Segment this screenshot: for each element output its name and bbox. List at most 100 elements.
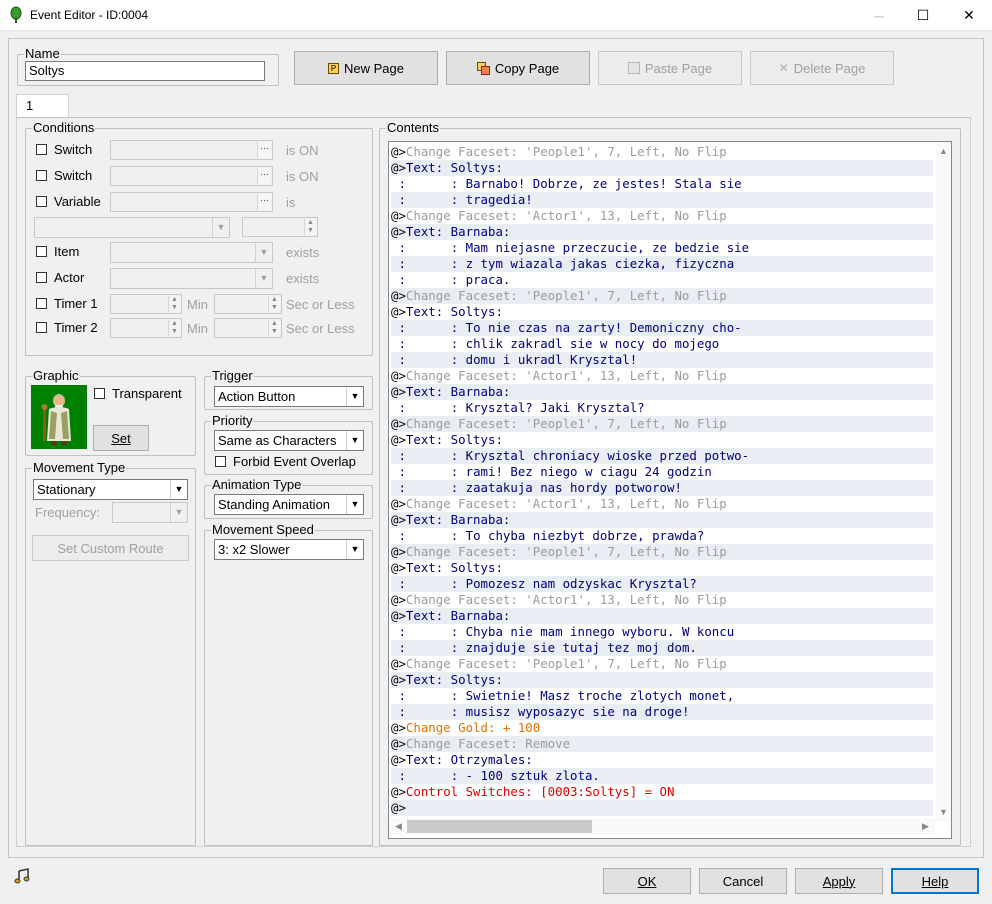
command-line[interactable]: @>Change Faceset: 'People1', 7, Left, No…	[391, 544, 933, 560]
command-line[interactable]: @>Text: Barnaba:	[391, 384, 933, 400]
command-line[interactable]: : : Krysztal chroniacy wioske przed potw…	[391, 448, 933, 464]
trigger-dropdown[interactable]: Action Button ▼	[214, 386, 364, 407]
variable-value-spinner[interactable]: ▲ ▼	[242, 217, 318, 237]
command-line[interactable]: : : z tym wiazala jakas ciezka, fizyczna	[391, 256, 933, 272]
command-line[interactable]: @>Change Faceset: 'People1', 7, Left, No…	[391, 656, 933, 672]
switch2-checkbox[interactable]	[36, 170, 47, 181]
timer2-min-spinner[interactable]: ▲ ▼	[110, 318, 182, 338]
command-line[interactable]: : : praca.	[391, 272, 933, 288]
command-line[interactable]: : : - 100 sztuk zlota.	[391, 768, 933, 784]
help-button[interactable]: Help	[891, 868, 979, 894]
actor-checkbox[interactable]	[36, 272, 47, 283]
close-button[interactable]: ✕	[946, 0, 992, 31]
movement-type-dropdown[interactable]: Stationary ▼	[33, 479, 188, 500]
command-line[interactable]: : : To nie czas na zarty! Demoniczny cho…	[391, 320, 933, 336]
command-line[interactable]: : : zaatakuja nas hordy potworow!	[391, 480, 933, 496]
command-line[interactable]: @>Text: Barnaba:	[391, 224, 933, 240]
command-line[interactable]: : : domu i ukradl Krysztal!	[391, 352, 933, 368]
command-line[interactable]: : : Krysztal? Jaki Krysztal?	[391, 400, 933, 416]
paste-page-button[interactable]: Paste Page	[598, 51, 742, 85]
command-line[interactable]: @>Change Faceset: 'People1', 7, Left, No…	[391, 416, 933, 432]
scroll-right-icon[interactable]: ▶	[918, 819, 933, 834]
new-page-button[interactable]: P New Page	[294, 51, 438, 85]
variable-browse-icon[interactable]: ···	[257, 194, 271, 210]
variable-checkbox[interactable]	[36, 196, 47, 207]
command-line[interactable]: : : znajduje sie tutaj tez moj dom.	[391, 640, 933, 656]
event-command-list[interactable]: @>Change Faceset: 'People1', 7, Left, No…	[388, 141, 952, 839]
movement-speed-dropdown[interactable]: 3: x2 Slower ▼	[214, 539, 364, 560]
name-input[interactable]: Soltys	[25, 61, 265, 81]
scroll-down-icon[interactable]: ▼	[936, 805, 951, 820]
switch2-browse-icon[interactable]: ···	[257, 168, 271, 184]
switch1-browse-icon[interactable]: ···	[257, 142, 271, 158]
switch2-field[interactable]: ···	[110, 166, 273, 186]
scroll-up-icon[interactable]: ▲	[936, 144, 951, 159]
priority-dropdown[interactable]: Same as Characters ▼	[214, 430, 364, 451]
command-line[interactable]: : : chlik zakradl sie w nocy do mojego	[391, 336, 933, 352]
command-line[interactable]: @>Text: Soltys:	[391, 432, 933, 448]
command-line[interactable]: : : Swietnie! Masz troche zlotych monet,	[391, 688, 933, 704]
command-line[interactable]: : : Chyba nie mam innego wyboru. W koncu	[391, 624, 933, 640]
music-note-icon[interactable]	[14, 868, 30, 884]
command-line[interactable]: : : To chyba niezbyt dobrze, prawda?	[391, 528, 933, 544]
command-line[interactable]: @>Text: Soltys:	[391, 160, 933, 176]
timer1-sec-spinner[interactable]: ▲ ▼	[214, 294, 282, 314]
command-line[interactable]: @>Change Faceset: 'People1', 7, Left, No…	[391, 288, 933, 304]
forbid-overlap-checkbox[interactable]	[215, 456, 226, 467]
command-line[interactable]: @>Text: Soltys:	[391, 560, 933, 576]
timer2-checkbox[interactable]	[36, 322, 47, 333]
timer2-sec-spinner[interactable]: ▲ ▼	[214, 318, 282, 338]
command-line[interactable]: @>Change Gold: + 100	[391, 720, 933, 736]
switch1-checkbox[interactable]	[36, 144, 47, 155]
cancel-button[interactable]: Cancel	[699, 868, 787, 894]
timer1-checkbox[interactable]	[36, 298, 47, 309]
command-line[interactable]: @>Change Faceset: 'People1', 7, Left, No…	[391, 144, 933, 160]
transparent-checkbox[interactable]	[94, 388, 105, 399]
command-line[interactable]: : : Pomozesz nam odzyskac Krysztal?	[391, 576, 933, 592]
vertical-scrollbar[interactable]: ▲ ▼	[936, 142, 951, 822]
copy-page-button[interactable]: Copy Page	[446, 51, 590, 85]
timer1-min-spinner[interactable]: ▲ ▼	[110, 294, 182, 314]
animation-type-dropdown[interactable]: Standing Animation ▼	[214, 494, 364, 515]
delete-page-button[interactable]: ✕ Delete Page	[750, 51, 894, 85]
command-line[interactable]: : : tragedia!	[391, 192, 933, 208]
command-line[interactable]: @>Change Faceset: 'Actor1', 13, Left, No…	[391, 496, 933, 512]
command-line[interactable]: @>Change Faceset: 'Actor1', 13, Left, No…	[391, 368, 933, 384]
spinner-arrows-icon[interactable]: ▲ ▼	[168, 296, 180, 312]
actor-dropdown[interactable]: ▼	[110, 268, 273, 289]
apply-button[interactable]: Apply	[795, 868, 883, 894]
scroll-left-icon[interactable]: ◀	[391, 819, 406, 834]
spinner-arrows-icon[interactable]: ▲ ▼	[268, 296, 280, 312]
command-line[interactable]: @>Control Switches: [0003:Soltys] = ON	[391, 784, 933, 800]
tab-page-1[interactable]: 1	[16, 94, 69, 118]
spinner-arrows-icon[interactable]: ▲ ▼	[268, 320, 280, 336]
command-line[interactable]: @>Text: Barnaba:	[391, 512, 933, 528]
horizontal-scroll-thumb[interactable]	[407, 820, 592, 833]
command-line[interactable]: @>Text: Barnaba:	[391, 608, 933, 624]
command-line[interactable]: @>Text: Soltys:	[391, 672, 933, 688]
set-graphic-button[interactable]: Set	[93, 425, 149, 451]
command-line[interactable]: @>Change Faceset: 'Actor1', 13, Left, No…	[391, 208, 933, 224]
item-dropdown[interactable]: ▼	[110, 242, 273, 263]
command-line[interactable]: @>Change Faceset: 'Actor1', 13, Left, No…	[391, 592, 933, 608]
variable-field[interactable]: ···	[110, 192, 273, 212]
command-line[interactable]: @>	[391, 800, 933, 816]
spinner-arrows-icon[interactable]: ▲ ▼	[168, 320, 180, 336]
variable-operator-dropdown[interactable]: ▼	[34, 217, 230, 238]
set-custom-route-button[interactable]: Set Custom Route	[32, 535, 189, 561]
maximize-button[interactable]: ☐	[900, 0, 946, 31]
minimize-button[interactable]: ─	[856, 0, 902, 31]
switch1-field[interactable]: ···	[110, 140, 273, 160]
ok-button[interactable]: OK	[603, 868, 691, 894]
command-line[interactable]: : : musisz wyposazyc sie na droge!	[391, 704, 933, 720]
command-line[interactable]: @>Change Faceset: Remove	[391, 736, 933, 752]
command-line[interactable]: : : Barnabo! Dobrze, ze jestes! Stala si…	[391, 176, 933, 192]
spinner-arrows-icon[interactable]: ▲ ▼	[304, 219, 316, 235]
command-line[interactable]: : : Mam niejasne przeczucie, ze bedzie s…	[391, 240, 933, 256]
item-checkbox[interactable]	[36, 246, 47, 257]
character-sprite-image[interactable]	[31, 385, 87, 449]
command-line[interactable]: @>Text: Otrzymales:	[391, 752, 933, 768]
title-bar[interactable]	[0, 0, 992, 31]
command-line[interactable]: : : rami! Bez niego w ciagu 24 godzin	[391, 464, 933, 480]
frequency-dropdown[interactable]: ▼	[112, 502, 188, 523]
